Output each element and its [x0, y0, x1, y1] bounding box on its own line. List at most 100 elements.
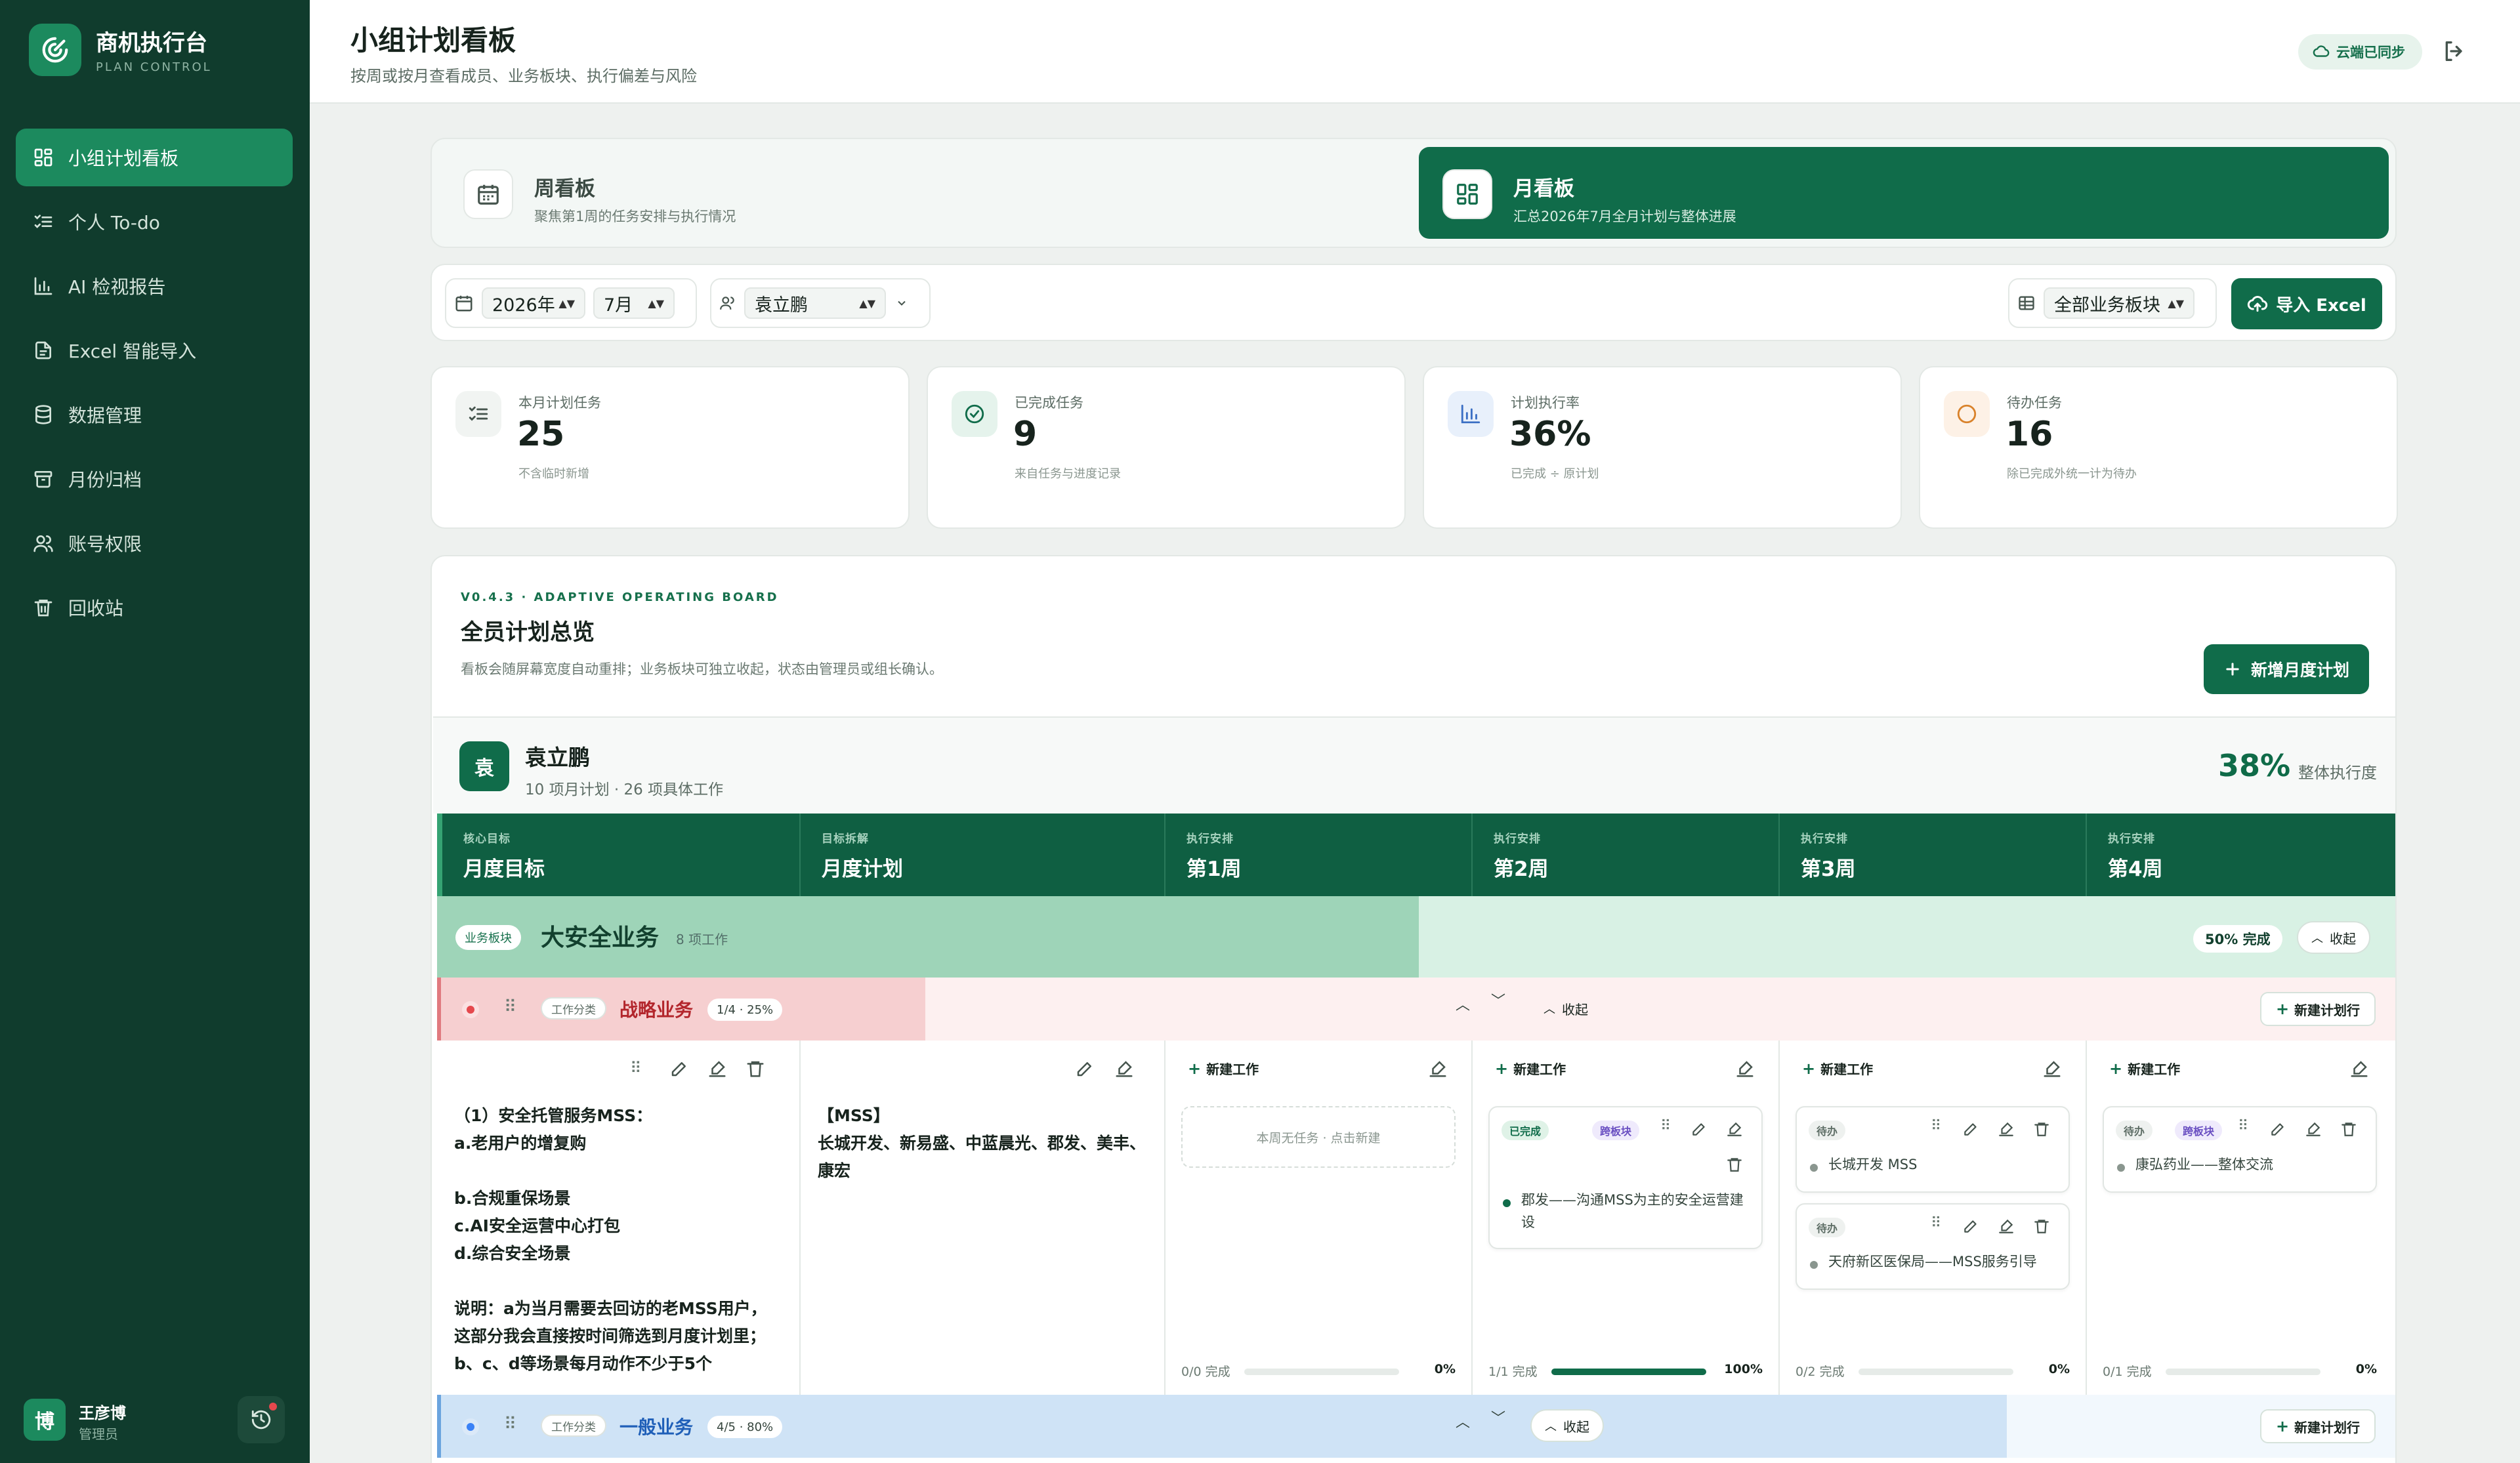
tab-month-board[interactable]: 月看板 汇总2026年7月全月计划与整体进展	[1419, 147, 2389, 239]
goal-text: （1）安全托管服务MSS： a.老用户的增复购 b.合规重保场景 c.AI安全运…	[454, 1106, 767, 1373]
task-card[interactable]: 待办 跨板块 ⠿ 康弘药业——整体交流	[2103, 1106, 2377, 1193]
week-progress-bar	[1858, 1369, 2013, 1375]
year-select[interactable]: 2026年 ▲▼	[482, 287, 585, 319]
category-collapse-button[interactable]: ︿ 收起	[1530, 992, 1601, 1025]
signature-icon[interactable]	[2349, 1059, 2369, 1079]
move-up-icon[interactable]: ︿	[1456, 993, 1470, 1014]
move-down-icon[interactable]: ﹀	[1491, 989, 1505, 1010]
column-small-label: 执行安排	[2108, 833, 2155, 846]
month-value: 7月	[604, 295, 633, 316]
drag-handle-icon[interactable]: ⠿	[504, 997, 516, 1017]
new-work-label: 新建工作	[1206, 1061, 1259, 1077]
sidebar-item-permissions[interactable]: 账号权限	[16, 514, 293, 572]
plan-cell[interactable]: 【MSS】 长城开发、新易盛、中蓝晨光、郡发、美丰、康宏	[801, 1041, 1166, 1395]
new-plan-line-button[interactable]: + 新建计划行	[2260, 992, 2376, 1026]
board-column-header: 核心目标 月度目标 目标拆解 月度计划 执行安排 第1周 执行安排 第2周 执行安排 第3…	[437, 814, 2395, 896]
month-select[interactable]: 7月 ▲▼	[593, 287, 675, 319]
stat-card-execution-rate: 计划执行率 36% 已完成 ÷ 原计划	[1423, 366, 1902, 529]
week-progress-pct: 0%	[2355, 1362, 2377, 1376]
signature-icon[interactable]	[1998, 1121, 2015, 1138]
trash-icon[interactable]	[2033, 1121, 2050, 1138]
page-header: 小组计划看板 按周或按月查看成员、业务板块、执行偏差与风险 云端已同步	[310, 0, 2520, 104]
edit-icon[interactable]	[1962, 1121, 1979, 1138]
chevron-down-icon[interactable]	[895, 297, 908, 310]
edit-icon[interactable]	[1962, 1218, 1979, 1235]
segment-row[interactable]: 业务板块 大安全业务 8 项工作 50% 完成 ︿ 收起	[437, 896, 2395, 978]
new-work-button[interactable]: + 新建工作	[1495, 1059, 1566, 1078]
column-small-label: 执行安排	[1186, 833, 1234, 846]
avatar[interactable]: 博	[24, 1399, 66, 1441]
tab-month-desc: 汇总2026年7月全月计划与整体进展	[1513, 209, 1736, 224]
signature-icon[interactable]	[1428, 1059, 1448, 1079]
member-select[interactable]: 袁立鹏 ▲▼	[744, 287, 886, 319]
category-collapse-button[interactable]: ︿ 收起	[1530, 1409, 1604, 1442]
move-down-icon[interactable]: ﹀	[1491, 1407, 1505, 1428]
segment-name: 大安全业务	[541, 924, 660, 951]
signature-icon[interactable]	[707, 1059, 727, 1079]
sidebar-item-archive[interactable]: 月份归档	[16, 450, 293, 508]
category-row-general[interactable]: ⠿ 工作分类 一般业务 4/5 · 80% ︿ ﹀ ︿ 收起 + 新建计划行	[437, 1395, 2395, 1458]
segment-select[interactable]: 全部业务板块 ▲▼	[2044, 287, 2194, 319]
drag-handle-icon[interactable]: ⠿	[1660, 1118, 1671, 1134]
edit-icon[interactable]	[669, 1059, 689, 1079]
goal-cell[interactable]: ⠿ （1）安全托管服务MSS： a.老用户的增复购 b.合规重保场景 c.AI安…	[437, 1041, 801, 1395]
sidebar-item-data-management[interactable]: 数据管理	[16, 386, 293, 443]
stat-value: 16	[2006, 415, 2053, 454]
edit-icon[interactable]	[2269, 1121, 2286, 1138]
edit-icon[interactable]	[1690, 1121, 1708, 1138]
import-excel-button[interactable]: 导入 Excel	[2231, 278, 2382, 329]
drag-handle-icon[interactable]: ⠿	[1931, 1215, 1941, 1231]
new-work-button[interactable]: + 新建工作	[1188, 1059, 1259, 1078]
drag-handle-icon[interactable]: ⠿	[504, 1414, 516, 1434]
task-card[interactable]: 待办 ⠿ 长城开发 MSS	[1796, 1106, 2070, 1193]
stat-label: 计划执行率	[1511, 395, 1580, 411]
new-work-label: 新建工作	[2128, 1061, 2181, 1077]
brand-subtitle: PLAN CONTROL	[96, 60, 212, 74]
new-line-label: 新建计划行	[2294, 1419, 2361, 1435]
edit-icon[interactable]	[1075, 1059, 1095, 1079]
trash-icon[interactable]	[2340, 1121, 2357, 1138]
sidebar-item-excel-import[interactable]: Excel 智能导入	[16, 321, 293, 379]
new-work-button[interactable]: + 新建工作	[1802, 1059, 1873, 1078]
empty-week-placeholder[interactable]: 本周无任务 · 点击新建	[1181, 1106, 1456, 1168]
history-button[interactable]	[238, 1396, 285, 1443]
signature-icon[interactable]	[2042, 1059, 2062, 1079]
stat-card-completed: 已完成任务 9 来自任务与进度记录	[927, 366, 1406, 529]
sidebar-item-todo[interactable]: 个人 To-do	[16, 193, 293, 251]
add-monthly-plan-button[interactable]: 新增月度计划	[2204, 644, 2369, 694]
drag-handle-icon[interactable]: ⠿	[2238, 1118, 2248, 1134]
task-card[interactable]: 已完成 跨板块 ⠿ 郡发——沟通MSS为主的安全运营建设	[1488, 1106, 1763, 1249]
tab-week-board[interactable]: 周看板 聚焦第1周的任务安排与执行情况	[440, 147, 1411, 239]
sidebar-item-recycle-bin[interactable]: 回收站	[16, 579, 293, 636]
new-plan-line-button[interactable]: + 新建计划行	[2260, 1409, 2376, 1443]
week-1-cell: + 新建工作 本周无任务 · 点击新建 0/0 完成 0%	[1166, 1041, 1473, 1395]
signature-icon[interactable]	[1114, 1059, 1134, 1079]
signature-icon[interactable]	[1735, 1059, 1755, 1079]
grid-icon-box	[1442, 169, 1492, 219]
sidebar-item-team-board[interactable]: 小组计划看板	[16, 129, 293, 186]
week-progress-count: 0/0 完成	[1181, 1365, 1230, 1379]
sync-label: 云端已同步	[2336, 45, 2405, 60]
trash-icon[interactable]	[2033, 1218, 2050, 1235]
logout-button[interactable]	[2441, 38, 2468, 64]
trash-icon[interactable]	[1726, 1156, 1743, 1173]
column-week-3: 执行安排 第3周	[1780, 814, 2087, 896]
drag-handle-icon[interactable]: ⠿	[630, 1059, 642, 1077]
drag-handle-icon[interactable]: ⠿	[1931, 1118, 1941, 1134]
new-work-button[interactable]: + 新建工作	[2109, 1059, 2180, 1078]
task-text: 康弘药业——整体交流	[2135, 1157, 2273, 1172]
signature-icon[interactable]	[1726, 1121, 1743, 1138]
brand-logo[interactable]	[29, 24, 81, 76]
board-title: 全员计划总览	[461, 619, 595, 646]
trash-icon[interactable]	[746, 1059, 765, 1079]
sync-status-badge[interactable]: 云端已同步	[2298, 34, 2422, 70]
sidebar-item-ai-report[interactable]: AI 检视报告	[16, 257, 293, 315]
signature-icon[interactable]	[1998, 1218, 2015, 1235]
move-up-icon[interactable]: ︿	[1456, 1411, 1470, 1432]
category-row-strategic[interactable]: ⠿ 工作分类 战略业务 1/4 · 25% ︿ ﹀ ︿ 收起 + 新建计划行	[437, 978, 2395, 1041]
member-summary[interactable]: 袁 袁立鹏 10 项月计划 · 26 项具体工作 38% 整体执行度	[433, 716, 2395, 814]
board-version: V0.4.3 · ADAPTIVE OPERATING BOARD	[461, 590, 779, 604]
task-card[interactable]: 待办 ⠿ 天府新区医保局——MSS服务引导	[1796, 1203, 2070, 1290]
segment-collapse-button[interactable]: ︿ 收起	[2297, 921, 2370, 954]
signature-icon[interactable]	[2305, 1121, 2322, 1138]
